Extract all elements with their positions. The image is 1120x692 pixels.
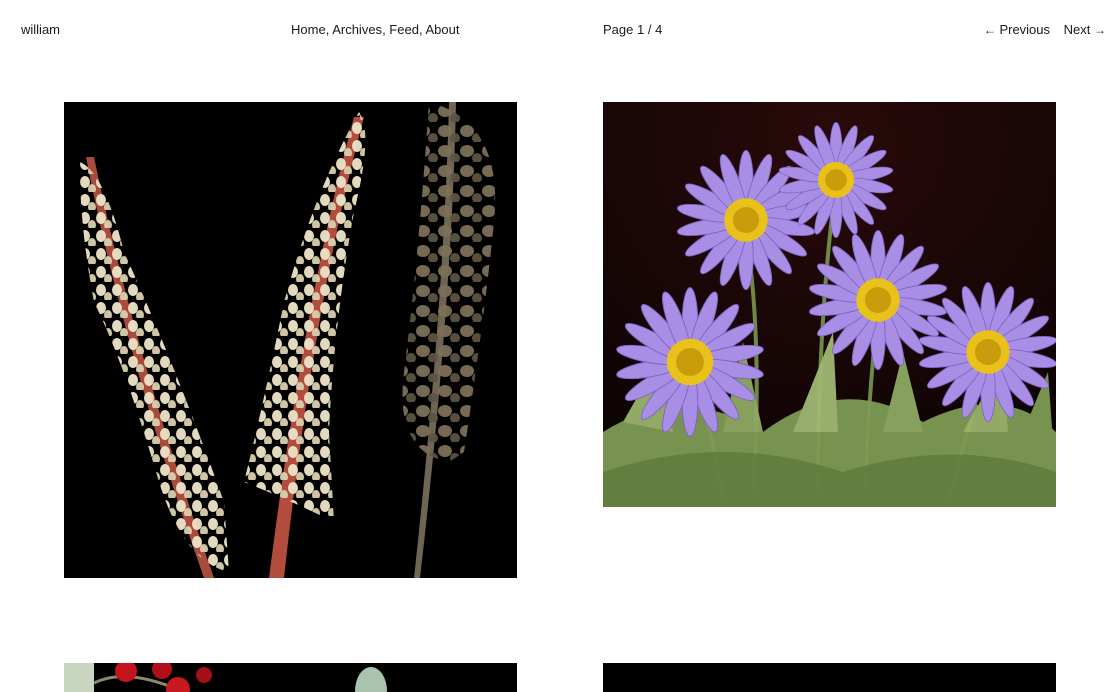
nav-item-feed[interactable]: Feed [389, 22, 419, 37]
page-label: Page [603, 22, 634, 37]
next-button[interactable]: Next → [1064, 22, 1106, 37]
gallery-photo-pinedrops[interactable] [64, 102, 517, 578]
asters-photo-image [603, 102, 1056, 507]
main-nav: Home, Archives, Feed, About [291, 22, 459, 37]
gallery-photo-dark[interactable] [603, 663, 1056, 692]
dark-photo-image [603, 663, 1056, 692]
previous-button[interactable]: ← Previous [984, 22, 1050, 37]
page-indicator: Page 1 / 4 [603, 22, 662, 37]
nav-item-home[interactable]: Home [291, 22, 326, 37]
berries-photo-image [64, 663, 517, 692]
arrow-right-icon: → [1094, 23, 1106, 37]
nav-item-about[interactable]: About [425, 22, 459, 37]
arrow-left-icon: ← [983, 23, 996, 37]
total-pages: 4 [655, 22, 663, 37]
next-label: Next [1063, 22, 1091, 37]
gallery-photo-berries[interactable] [64, 663, 517, 692]
gallery-photo-asters[interactable] [603, 102, 1056, 507]
pinedrops-photo-image [64, 102, 517, 578]
page-separator: / [647, 22, 652, 37]
nav-item-archives[interactable]: Archives [332, 22, 382, 37]
top-bar: william Home, Archives, Feed, About Page… [0, 0, 1120, 60]
current-page: 1 [637, 22, 645, 37]
pager: ← Previous Next → [984, 22, 1106, 37]
previous-label: Previous [999, 22, 1051, 37]
site-name-link[interactable]: william [21, 22, 60, 37]
